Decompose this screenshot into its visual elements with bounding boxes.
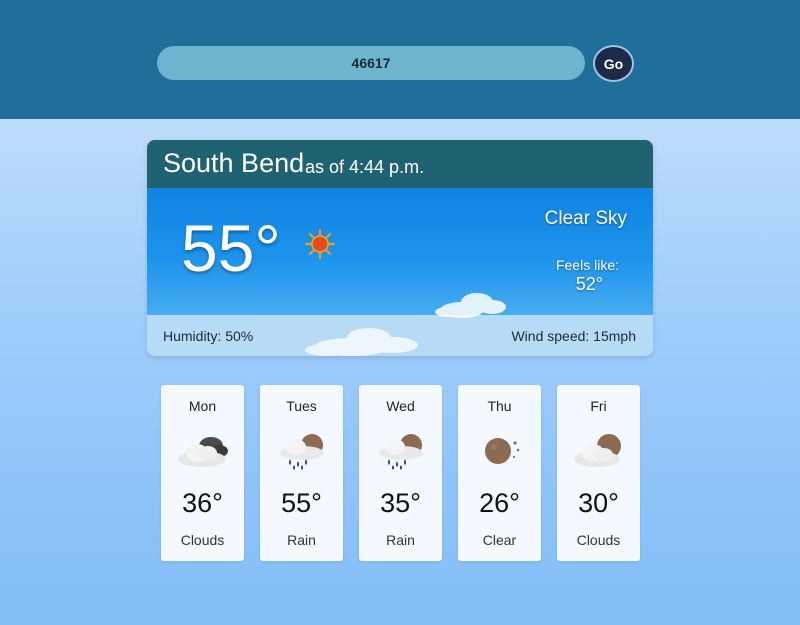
rain-icon — [280, 434, 324, 470]
forecast-condition: Clouds — [180, 532, 225, 548]
forecast-day: Thu — [487, 398, 512, 414]
partly-cloudy-icon — [574, 434, 621, 467]
clouds-icon — [178, 437, 228, 467]
card-footer: Humidity: 50% Wind speed: 15mph — [147, 315, 653, 356]
current-condition: Clear Sky — [544, 208, 627, 229]
current-temperature: 55° — [181, 211, 281, 285]
forecast-temperature: 30° — [578, 488, 619, 518]
zip-search-input[interactable] — [157, 46, 585, 80]
forecast-card-mon: Mon 36° Clouds — [161, 385, 244, 561]
forecast-day: Wed — [386, 398, 415, 414]
forecast-condition: Rain — [287, 532, 316, 548]
forecast-temperature: 26° — [479, 488, 520, 518]
card-header: South Bend as of 4:44 p.m. — [147, 140, 653, 188]
current-weather-card: South Bend as of 4:44 p.m. 55° Clear Sky… — [147, 140, 653, 356]
top-bar: Go — [0, 0, 800, 119]
sun-icon — [304, 228, 336, 260]
as-of-time: as of 4:44 p.m. — [305, 157, 425, 177]
go-button[interactable]: Go — [593, 45, 634, 82]
current-conditions: 55° Clear Sky Feels like: 52° — [147, 188, 653, 315]
clear-night-icon — [485, 438, 520, 464]
forecast-card-thu: Thu 26° Clear — [458, 385, 541, 561]
forecast-day: Mon — [188, 398, 217, 414]
feels-like-value: 52° — [575, 274, 603, 294]
forecast-condition: Clouds — [576, 532, 621, 548]
forecast-card-wed: Wed 35° Rain — [359, 385, 442, 561]
forecast-temperature: 55° — [281, 488, 322, 518]
wind-speed-readout: Wind speed: 15mph — [511, 328, 636, 344]
forecast-condition: Clear — [482, 532, 517, 548]
forecast-condition: Rain — [386, 532, 415, 548]
forecast-temperature: 35° — [380, 488, 421, 518]
feels-like-label: Feels like: — [555, 257, 619, 273]
city-name: South Bend — [163, 148, 305, 178]
forecast-card-tues: Tues 55° Rain — [260, 385, 343, 561]
humidity-readout: Humidity: 50% — [163, 328, 254, 344]
forecast-day: Tues — [286, 398, 317, 414]
rain-icon — [379, 434, 423, 470]
forecast-day: Fri — [590, 398, 607, 414]
forecast-temperature: 36° — [182, 488, 223, 518]
forecast-card-fri: Fri 30° Clouds — [557, 385, 640, 561]
